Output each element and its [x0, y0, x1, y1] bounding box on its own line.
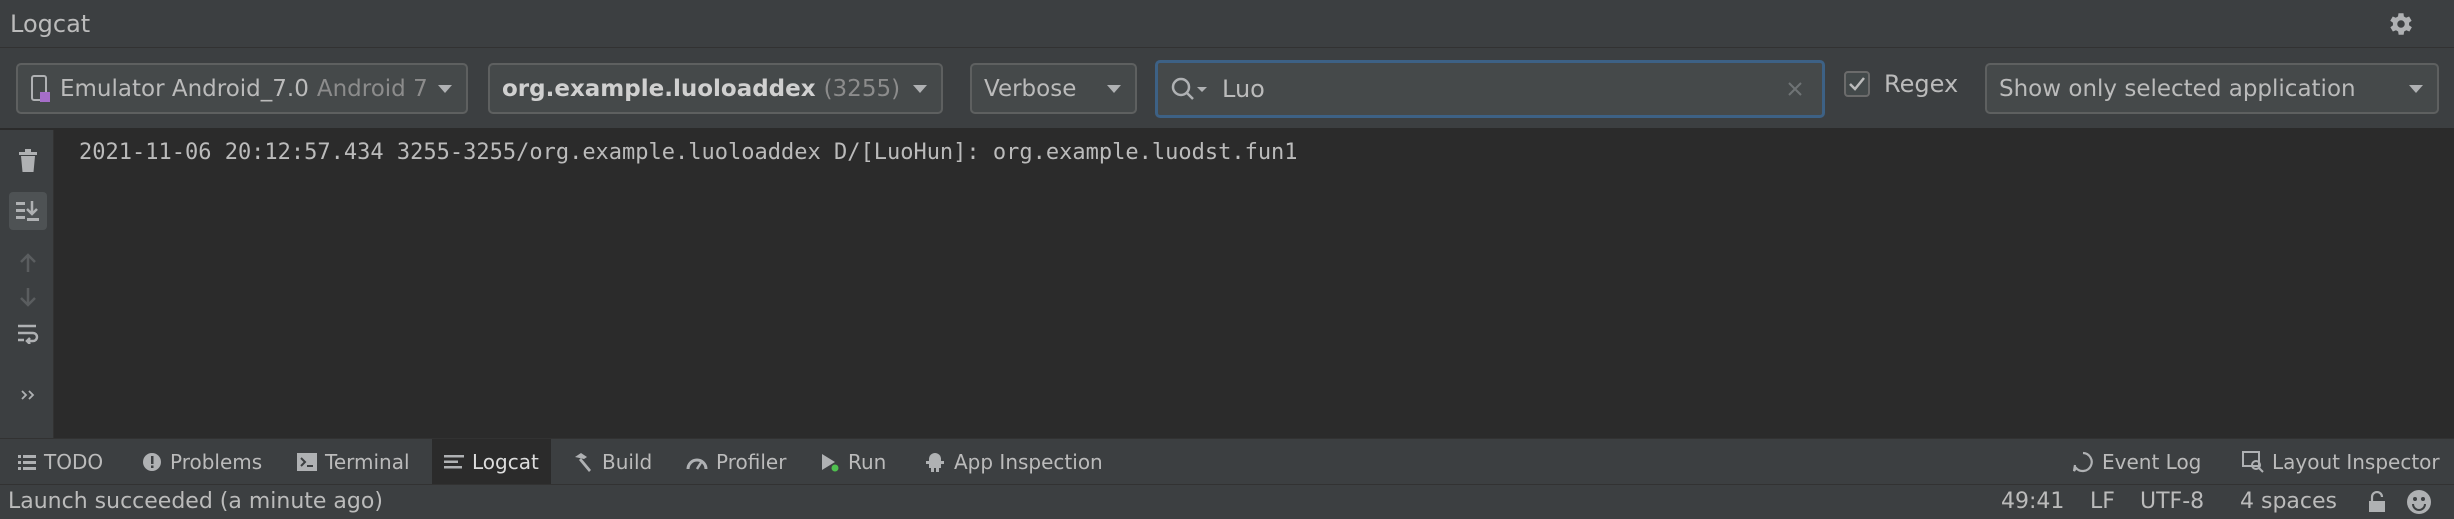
tab-logcat[interactable]: Logcat — [432, 439, 551, 485]
device-os: Android 7 — [316, 75, 428, 102]
scroll-to-end-button[interactable] — [9, 192, 47, 230]
event-log-icon — [2072, 451, 2093, 473]
logcat-side-toolbar — [0, 130, 54, 438]
tab-layout-inspector[interactable]: Layout Inspector — [2230, 439, 2452, 485]
more-actions-button[interactable] — [9, 380, 47, 410]
tab-problems-label: Problems — [170, 450, 263, 474]
chevron-down-icon — [1107, 85, 1121, 93]
regex-toggle[interactable]: Regex — [1844, 70, 1958, 98]
chevron-down-icon — [2409, 85, 2423, 93]
search-value: Luo — [1222, 75, 1265, 103]
list-icon — [18, 455, 36, 470]
soft-wrap-button[interactable] — [9, 314, 47, 352]
up-button[interactable] — [9, 244, 47, 282]
tab-build[interactable]: Build — [560, 439, 664, 485]
logcat-toolbar: Emulator Android_7.0 Android 7 org.examp… — [0, 48, 2454, 129]
soft-wrap-icon — [18, 324, 39, 344]
layout-inspector-icon — [2242, 451, 2264, 473]
package-name: org.example.luoloaddex — [502, 75, 816, 102]
file-encoding[interactable]: UTF-8 — [2140, 489, 2204, 514]
hammer-icon — [575, 453, 591, 472]
package-pid: (3255) — [823, 75, 901, 102]
device-selector[interactable]: Emulator Android_7.0 Android 7 — [16, 63, 468, 114]
run-icon — [822, 454, 839, 472]
tab-terminal[interactable]: Terminal — [285, 439, 422, 485]
down-button[interactable] — [9, 278, 47, 316]
profiler-icon — [686, 458, 708, 470]
tool-window-header: Logcat — [0, 0, 2454, 48]
tab-profiler[interactable]: Profiler — [674, 439, 798, 485]
window-title: Logcat — [10, 9, 91, 38]
tab-logcat-label: Logcat — [472, 450, 539, 474]
status-bar: Launch succeeded (a minute ago) 49:41 LF… — [0, 484, 2454, 519]
clear-logcat-button[interactable] — [9, 142, 47, 180]
search-icon — [1171, 77, 1207, 100]
lock-icon[interactable] — [2368, 491, 2386, 513]
search-input[interactable]: Luo — [1155, 60, 1825, 118]
check-icon — [1849, 77, 1865, 91]
logcat-icon — [444, 455, 464, 469]
tab-run-label: Run — [848, 450, 887, 474]
chevron-down-icon — [438, 85, 452, 93]
clear-icon[interactable] — [1784, 78, 1806, 100]
status-message[interactable]: Launch succeeded (a minute ago) — [8, 489, 383, 514]
process-selector[interactable]: org.example.luoloaddex (3255) — [488, 63, 943, 114]
tab-run[interactable]: Run — [808, 439, 898, 485]
chevron-down-icon — [913, 85, 927, 93]
arrow-up-icon — [20, 253, 36, 272]
regex-label: Regex — [1884, 70, 1959, 98]
tab-problems[interactable]: Problems — [130, 439, 274, 485]
tab-todo-label: TODO — [44, 450, 104, 474]
caret-position[interactable]: 49:41 — [2001, 489, 2064, 514]
app-inspection-icon — [926, 453, 944, 472]
arrow-down-icon — [20, 288, 36, 307]
tool-window-bar: TODO Problems Terminal Logcat Build Prof… — [0, 438, 2454, 485]
filter-selector[interactable]: Show only selected application — [1985, 63, 2439, 114]
regex-checkbox[interactable] — [1844, 71, 1870, 97]
filter-value: Show only selected application — [1999, 75, 2356, 102]
log-output[interactable]: 2021-11-06 20:12:57.434 3255-3255/org.ex… — [55, 130, 2454, 438]
device-name: Emulator Android_7.0 — [60, 75, 309, 102]
trash-icon — [19, 149, 37, 172]
tab-todo[interactable]: TODO — [6, 439, 115, 485]
more-icon — [21, 390, 35, 400]
gear-icon[interactable] — [2386, 9, 2416, 39]
tab-terminal-label: Terminal — [325, 450, 410, 474]
smiley-icon[interactable] — [2406, 489, 2432, 515]
tab-event-log-label: Event Log — [2102, 450, 2202, 474]
log-line[interactable]: 2021-11-06 20:12:57.434 3255-3255/org.ex… — [79, 140, 1298, 165]
log-level-selector[interactable]: Verbose — [970, 63, 1137, 114]
tab-build-label: Build — [602, 450, 653, 474]
phone-icon — [31, 74, 50, 102]
terminal-icon — [297, 453, 317, 471]
indent-setting[interactable]: 4 spaces — [2240, 489, 2337, 514]
tab-event-log[interactable]: Event Log — [2060, 439, 2213, 485]
problems-icon — [143, 453, 161, 471]
tab-profiler-label: Profiler — [716, 450, 787, 474]
line-separator[interactable]: LF — [2090, 489, 2115, 514]
log-level-value: Verbose — [984, 75, 1077, 102]
tab-app-inspection-label: App Inspection — [954, 450, 1103, 474]
scroll-to-end-icon — [16, 201, 39, 221]
tab-layout-inspector-label: Layout Inspector — [2272, 450, 2440, 474]
tab-app-inspection[interactable]: App Inspection — [912, 439, 1115, 485]
